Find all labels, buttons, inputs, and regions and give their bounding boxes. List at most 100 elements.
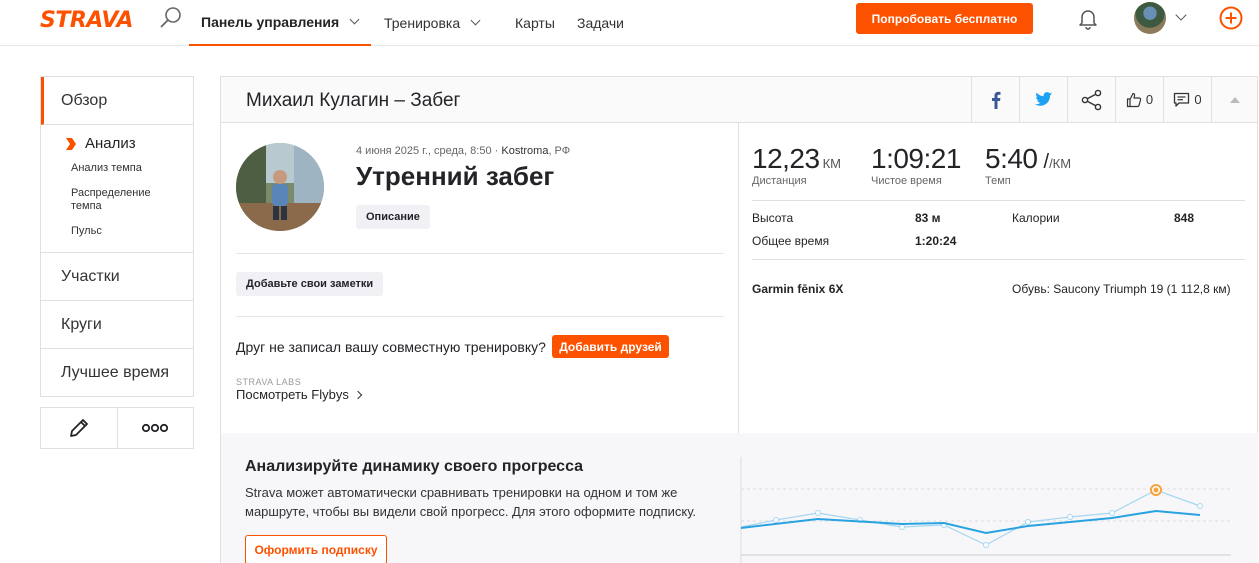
activity-card-title: Михаил Кулагин – Забег [246, 90, 461, 111]
strava-labs-label: STRAVA LABS [236, 377, 302, 387]
activity-sidebar: Обзор Анализ Анализ темпа Распределение … [40, 76, 194, 449]
distance-unit: КМ [822, 156, 841, 171]
comment-icon [1174, 92, 1190, 107]
upsell-title: Анализируйте динамику своего прогресса [245, 458, 584, 475]
pace-label: Темп [985, 175, 1011, 187]
sidebar-item-overview[interactable]: Обзор [41, 77, 193, 125]
twitter-icon [1034, 92, 1052, 106]
share-button[interactable] [1067, 77, 1115, 122]
chevron-right-icon [353, 390, 363, 400]
twitter-share-button[interactable] [1019, 77, 1067, 122]
top-navigation: STRAVA Панель управления Тренировка Карт… [0, 0, 1259, 46]
nav-dashboard-label: Панель управления [201, 14, 340, 30]
divider [752, 200, 1245, 201]
distance-label: Дистанция [752, 175, 807, 187]
chart-point [983, 542, 989, 548]
pace-unit: /КМ [1049, 156, 1072, 171]
sidebar-item-segments[interactable]: Участки [41, 253, 193, 301]
upsell-text: Strava может автоматически сравнивать тр… [245, 483, 715, 521]
activity-title: Утренний забег [356, 161, 555, 191]
facebook-icon [991, 91, 1000, 109]
device-name: Garmin fēnix 6X [752, 282, 844, 296]
share-icon [1081, 89, 1101, 110]
moving-time-label: Чистое время [871, 175, 942, 187]
shoes-label: Обувь: [1012, 282, 1054, 296]
nav-challenges[interactable]: Задачи [577, 0, 624, 46]
facebook-share-button[interactable] [971, 77, 1019, 122]
shoes-info: Обувь: Saucony Triumph 19 (1 112,8 км) [1012, 282, 1231, 296]
thumbs-up-icon [1126, 92, 1142, 107]
athlete-avatar[interactable] [236, 143, 324, 231]
activity-card-header: Михаил Кулагин – Забег 0 0 [221, 77, 1257, 123]
edit-button[interactable] [41, 408, 118, 448]
elapsed-time-value: 1:20:24 [915, 234, 957, 248]
strava-logo[interactable]: STRAVA [40, 8, 133, 33]
chart-highlight-point-core [1153, 487, 1159, 493]
chevron-down-icon [349, 14, 360, 25]
more-actions-button[interactable] [118, 408, 194, 448]
sidebar-analysis-group: Анализ Анализ темпа Распределение темпа … [41, 125, 193, 253]
elevation-value: 83 м [915, 211, 941, 225]
activity-city[interactable]: Kostroma [501, 145, 548, 157]
chart-ghost-line [740, 489, 1201, 546]
pace-value: 5:40 [985, 143, 1038, 174]
subscribe-button[interactable]: Оформить подписку [245, 535, 387, 563]
sidebar-item-analysis-label: Анализ [85, 135, 136, 152]
chart-point [815, 510, 821, 516]
sidebar-item-best-efforts[interactable]: Лучшее время [41, 349, 193, 397]
add-notes-button[interactable]: Добавьте свои заметки [236, 272, 384, 296]
sidebar-item-heart-rate[interactable]: Пульс [41, 225, 161, 238]
chart-point [1067, 514, 1073, 520]
more-dots-icon [142, 423, 169, 433]
upload-plus-icon[interactable] [1219, 6, 1243, 30]
nav-dashboard[interactable]: Панель управления [189, 0, 371, 46]
shoes-value[interactable]: Saucony Triumph 19 (1 112,8 км) [1053, 282, 1230, 296]
flybys-link[interactable]: Посмотреть Flybys [236, 387, 363, 402]
divider [236, 253, 724, 254]
stat-pace: 5:40//КМ Темп [985, 143, 1071, 187]
user-avatar[interactable] [1134, 2, 1166, 34]
chart-point [1025, 519, 1031, 525]
calories-label: Калории [1012, 211, 1060, 225]
elevation-label: Высота [752, 211, 794, 225]
sidebar-item-analysis[interactable]: Анализ [41, 135, 193, 152]
kudos-button[interactable]: 0 [1115, 77, 1163, 122]
sidebar-item-laps[interactable]: Круги [41, 301, 193, 349]
chevron-down-icon[interactable] [1175, 9, 1187, 21]
try-free-button[interactable]: Попробовать бесплатно [856, 3, 1033, 34]
pencil-icon [69, 419, 88, 437]
divider [236, 316, 724, 317]
sidebar-item-pace-analysis[interactable]: Анализ темпа [41, 162, 161, 175]
progress-upsell: Анализируйте динамику своего прогресса S… [221, 433, 1258, 563]
bell-icon[interactable] [1076, 6, 1100, 30]
kudos-count: 0 [1145, 92, 1154, 107]
comment-count: 0 [1194, 92, 1202, 107]
upsell-brand: Strava [245, 485, 283, 500]
divider [752, 259, 1245, 260]
search-icon[interactable] [158, 5, 184, 31]
activity-card: Михаил Кулагин – Забег 0 0 4 июня 2025 г… [220, 76, 1258, 563]
friend-question: Друг не записал вашу совместную трениров… [236, 339, 546, 355]
progress-preview-chart [740, 457, 1231, 563]
stat-moving-time: 1:09:21 Чистое время [871, 143, 961, 187]
chart-point [773, 517, 779, 523]
flybys-prefix: Посмотреть [236, 387, 312, 402]
description-button[interactable]: Описание [356, 205, 430, 229]
elapsed-time-label: Общее время [752, 234, 830, 248]
add-friends-button[interactable]: Добавить друзей [552, 335, 669, 358]
activity-date: 4 июня 2025 г., среда, 8:50 · [356, 145, 502, 157]
collapse-button[interactable] [1211, 77, 1257, 122]
sidebar-item-pace-distribution[interactable]: Распределение темпа [41, 187, 161, 213]
nav-training[interactable]: Тренировка [384, 0, 481, 46]
activity-stats: 12,23 КМ Дистанция 1:09:21 Чистое время 5… [740, 123, 1258, 433]
activity-country: , РФ [548, 145, 571, 157]
chart-point [1109, 510, 1115, 516]
nav-maps[interactable]: Карты [515, 0, 555, 46]
comments-button[interactable]: 0 [1163, 77, 1211, 122]
chart-point [899, 524, 905, 530]
activity-summary: 4 июня 2025 г., среда, 8:50 · Kostroma, … [221, 123, 739, 433]
calories-value: 848 [1174, 211, 1195, 225]
sidebar-tools [40, 407, 194, 449]
chart-point [1197, 503, 1203, 509]
stat-distance: 12,23 КМ Дистанция [752, 143, 841, 187]
